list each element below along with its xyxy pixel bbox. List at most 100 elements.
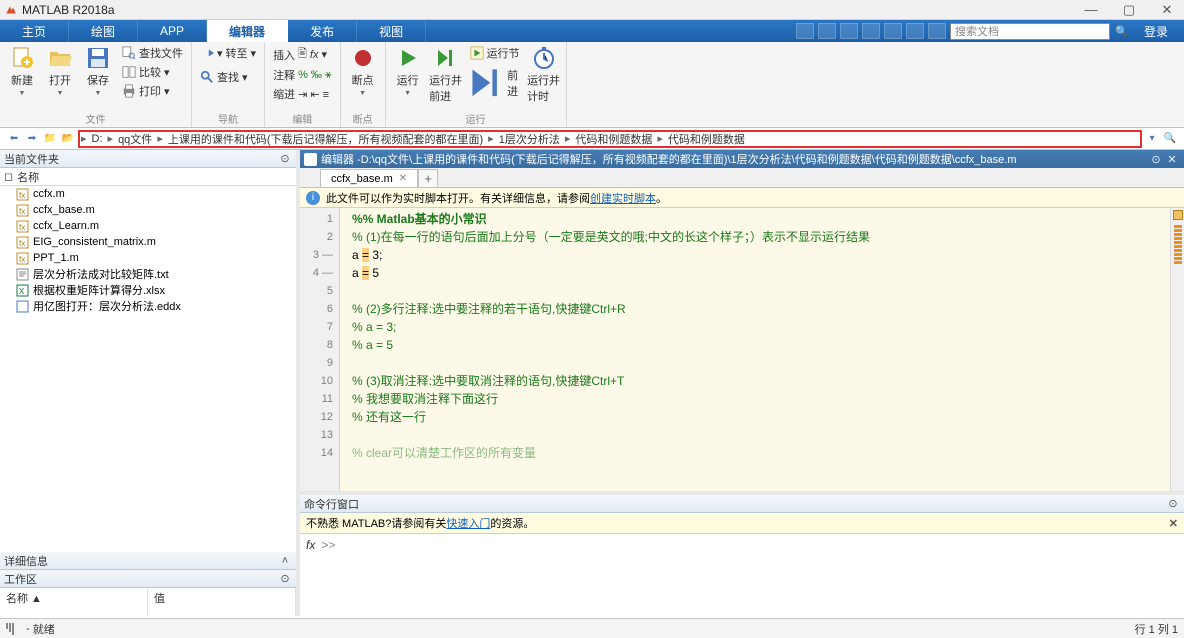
minimize-button[interactable]: — (1078, 2, 1104, 18)
tab-editor[interactable]: 编辑器 (207, 20, 288, 42)
path-seg[interactable]: D: (88, 133, 107, 145)
tab-view[interactable]: 视图 (357, 20, 426, 42)
nav-up-icon[interactable]: 📁 (42, 131, 58, 147)
editor-tab[interactable]: ccfx_base.m✕ (320, 169, 418, 187)
panel-menu-icon[interactable]: ⊙ (1166, 497, 1180, 510)
ws-col-name[interactable]: 名称 ▲ (0, 588, 148, 616)
tab-apps[interactable]: APP (138, 20, 207, 42)
create-live-script-link[interactable]: 创建实时脚本 (590, 190, 656, 206)
app-title: MATLAB R2018a (22, 3, 1078, 17)
svg-text:fx: fx (19, 239, 25, 248)
panel-menu-icon[interactable]: ⊙ (278, 572, 292, 585)
file-type-icon: fx (16, 204, 29, 217)
compare-icon (122, 65, 136, 79)
breakpoints-button[interactable]: 断点▼ (345, 44, 381, 99)
current-folder-header: 当前文件夹 ⊙ (0, 150, 296, 168)
maximize-button[interactable]: ▢ (1116, 2, 1142, 18)
run-section-icon (470, 46, 484, 60)
file-type-icon: fx (16, 220, 29, 233)
path-seg[interactable]: 上课用的课件和代码(下载后记得解压，所有视频配套的都在里面) (164, 131, 487, 147)
undo-qat-icon[interactable] (884, 23, 902, 39)
find-button[interactable]: 查找 ▾ (196, 68, 260, 86)
status-ready: 就绪 (33, 621, 55, 637)
command-prompt[interactable]: fx>> (300, 534, 1184, 556)
redo-qat-icon[interactable] (906, 23, 924, 39)
matlab-logo-icon (4, 3, 18, 17)
nav-fwd-icon[interactable]: ➡ (24, 131, 40, 147)
insert-button[interactable]: 插入 🖹 fx ▾ (269, 44, 336, 65)
indent-button[interactable]: 缩进 ⇥ ⇤ ≡ (269, 85, 336, 103)
main-tabs: 主页 绘图 APP 编辑器 发布 视图 搜索文档 🔍 登录 (0, 20, 1184, 42)
help-qat-icon[interactable] (928, 23, 946, 39)
file-item[interactable]: fxEIG_consistent_matrix.m (0, 234, 296, 250)
file-item[interactable]: fxccfx.m (0, 186, 296, 202)
save-disk-icon (86, 46, 110, 70)
path-dropdown-icon[interactable]: ▾ (1144, 131, 1160, 147)
findfiles-button[interactable]: 查找文件 (118, 44, 187, 62)
paste-qat-icon[interactable] (862, 23, 880, 39)
tab-publish[interactable]: 发布 (288, 20, 357, 42)
editor-tabs: ccfx_base.m✕ + (300, 168, 1184, 188)
file-name: 层次分析法成对比较矩阵.txt (33, 266, 169, 282)
command-window-header: 命令行窗口 ⊙ (300, 495, 1184, 513)
busy-indicator-icon (6, 623, 20, 635)
file-item[interactable]: 用亿图打开：层次分析法.eddx (0, 298, 296, 314)
path-seg[interactable]: 代码和例题数据 (664, 131, 749, 147)
command-info-bar: 不熟悉 MATLAB?请参阅有关快速入门的资源。 ✕ (300, 513, 1184, 534)
doc-search-input[interactable]: 搜索文档 (950, 23, 1110, 40)
goto-button[interactable]: ▾ 转至 ▾ (196, 44, 260, 62)
file-item[interactable]: fxPPT_1.m (0, 250, 296, 266)
editor-menu-icon[interactable]: ⊙ (1148, 153, 1164, 166)
path-field[interactable]: ▸ D:▸ qq文件▸ 上课用的课件和代码(下载后记得解压，所有视频配套的都在里… (78, 130, 1142, 148)
nav-back-icon[interactable]: ⬅ (6, 131, 22, 147)
advance-button[interactable]: 前进 (466, 63, 524, 103)
file-item[interactable]: fxccfx_Learn.m (0, 218, 296, 234)
file-name: PPT_1.m (33, 252, 79, 264)
svg-text:X: X (19, 287, 25, 296)
path-seg[interactable]: 代码和例题数据 (571, 131, 656, 147)
group-label-file: 文件 (4, 110, 187, 127)
titlebar: MATLAB R2018a — ▢ ✕ (0, 0, 1184, 20)
findfiles-icon (122, 46, 136, 60)
tab-close-icon[interactable]: ✕ (399, 173, 407, 184)
run-section-button[interactable]: 运行节 (466, 44, 524, 62)
ws-col-value[interactable]: 值 (148, 588, 296, 616)
quickstart-link[interactable]: 快速入门 (446, 515, 490, 531)
file-item[interactable]: 层次分析法成对比较矩阵.txt (0, 266, 296, 282)
tab-home[interactable]: 主页 (0, 20, 69, 42)
path-seg[interactable]: 1层次分析法 (495, 131, 564, 147)
editor-add-tab[interactable]: + (418, 169, 438, 187)
new-button[interactable]: 新建▼ (4, 44, 40, 99)
cut-qat-icon[interactable] (818, 23, 836, 39)
compare-button[interactable]: 比较 ▾ (118, 63, 187, 81)
save-qat-icon[interactable] (796, 23, 814, 39)
file-item[interactable]: fxccfx_base.m (0, 202, 296, 218)
code-overview-ruler[interactable] (1170, 208, 1184, 491)
comment-button[interactable]: 注释 % ‰ ⚹ (269, 66, 336, 84)
code-editor[interactable]: 123 —4 —567891011121314 %% Matlab基本的小常识%… (300, 208, 1184, 491)
panel-menu-icon[interactable]: ⊙ (278, 152, 292, 165)
details-header[interactable]: 详细信息˄ (0, 552, 296, 570)
file-col-header[interactable]: ◻名称 (0, 168, 296, 186)
run-time-button[interactable]: 运行并 计时 (526, 44, 562, 106)
save-button[interactable]: 保存▼ (80, 44, 116, 99)
print-button[interactable]: 打印 ▾ (118, 82, 187, 100)
info-close-icon[interactable]: ✕ (1169, 517, 1178, 530)
nav-hist-icon[interactable]: 📂 (60, 131, 76, 147)
copy-qat-icon[interactable] (840, 23, 858, 39)
file-name: 根据权重矩阵计算得分.xlsx (33, 282, 165, 298)
login-button[interactable]: 登录 (1134, 23, 1178, 40)
path-seg[interactable]: qq文件 (114, 131, 156, 147)
editor-titlebar: 编辑器 - D:\qq文件\上课用的课件和代码(下载后记得解压，所有视频配套的都… (300, 150, 1184, 168)
file-item[interactable]: X 根据权重矩阵计算得分.xlsx (0, 282, 296, 298)
run-button[interactable]: 运行▼ (390, 44, 426, 99)
run-advance-button[interactable]: 运行并 前进 (428, 44, 464, 106)
open-button[interactable]: 打开▼ (42, 44, 78, 99)
run-icon (396, 46, 420, 70)
search-submit-icon[interactable]: 🔍 (1114, 25, 1130, 38)
close-button[interactable]: ✕ (1154, 2, 1180, 18)
editor-close-icon[interactable]: ✕ (1164, 153, 1180, 166)
tab-plots[interactable]: 绘图 (69, 20, 138, 42)
path-search-icon[interactable]: 🔍 (1162, 131, 1178, 147)
find-icon (200, 70, 214, 84)
